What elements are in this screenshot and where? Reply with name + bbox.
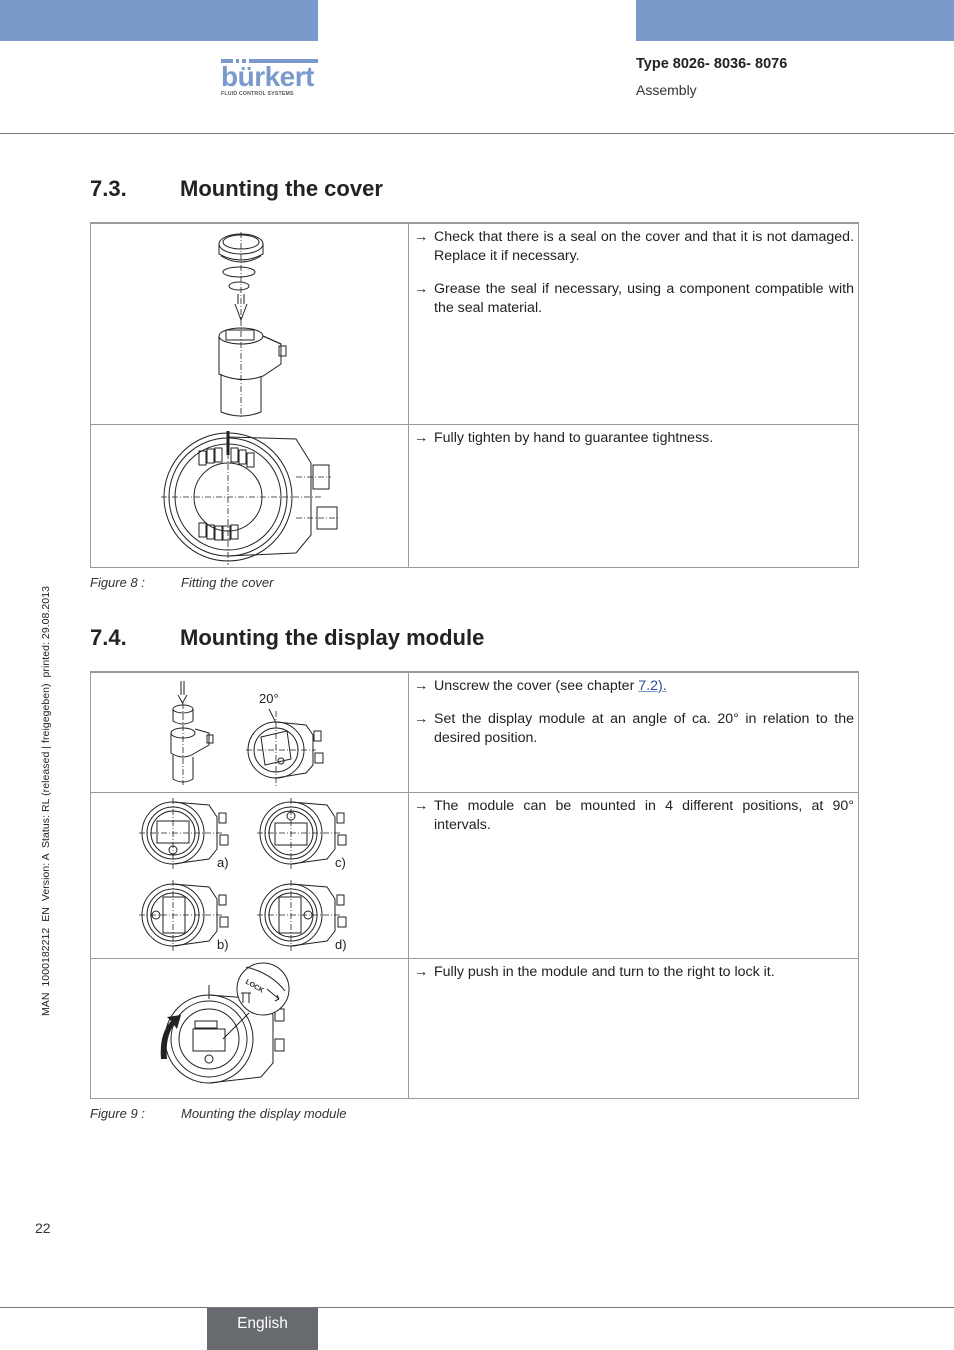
step-text: Set the display module at an angle of ca… — [434, 711, 854, 746]
display-module-steps-table: 20° → Unscrew the cover (see chapter 7.2… — [90, 671, 859, 1099]
language-tab: English — [207, 1308, 318, 1350]
arrow-right-icon: → — [414, 678, 429, 694]
step-text: Fully push in the module and turn to the… — [434, 963, 775, 980]
header-band-right — [636, 0, 954, 41]
table-row: 20° → Unscrew the cover (see chapter 7.2… — [90, 671, 859, 793]
instruction-step: → Fully push in the module and turn to t… — [414, 963, 854, 982]
position-label-d: d) — [335, 937, 347, 952]
document-section: Assembly — [636, 82, 697, 98]
cover-top-view-drawing — [161, 430, 339, 565]
instruction-cell: → Unscrew the cover (see chapter 7.2). →… — [408, 671, 859, 793]
position-label-a: a) — [217, 855, 229, 870]
page-number: 22 — [35, 1220, 51, 1236]
caption-text: Fitting the cover — [181, 575, 274, 590]
step-text: Grease the seal if necessary, using a co… — [434, 281, 854, 316]
document-meta-vertical: MAN 1000182212 EN Version: A Status: RL … — [40, 586, 52, 1016]
instruction-step: → Check that there is a seal on the cove… — [414, 228, 854, 266]
instruction-step: → Fully tighten by hand to guarantee tig… — [414, 429, 854, 448]
step-text: The module can be mounted in 4 different… — [434, 797, 854, 833]
image-cell: a) c) b) d) — [90, 791, 409, 959]
position-label-b: b) — [217, 937, 229, 952]
arrow-right-icon: → — [414, 229, 429, 245]
display-module-lock-drawing: LOCK — [160, 962, 290, 1083]
instruction-cell: → The module can be mounted in 4 differe… — [408, 791, 859, 959]
caption-label: Figure 8 : — [90, 575, 145, 590]
header-divider — [0, 133, 954, 134]
image-cell — [90, 423, 409, 568]
section-number: 7.4. — [90, 625, 127, 650]
step-text: Fully tighten by hand to guarantee tight… — [434, 429, 714, 446]
step-text-after: . — [662, 678, 667, 694]
instruction-step: → The module can be mounted in 4 differe… — [414, 797, 854, 835]
logo-wordmark: bürkert — [221, 61, 314, 92]
position-label-c: c) — [335, 855, 346, 870]
arrow-right-icon: → — [414, 429, 429, 446]
arrow-right-icon: → — [414, 281, 429, 297]
image-cell: LOCK — [90, 957, 409, 1099]
caption-text: Mounting the display module — [181, 1106, 347, 1121]
document-type: Type 8026- 8036- 8076 — [636, 56, 788, 72]
instruction-step: → Unscrew the cover (see chapter 7.2). — [414, 677, 854, 696]
instruction-cell: → Check that there is a seal on the cove… — [408, 222, 859, 425]
chapter-link[interactable]: 7.2) — [638, 678, 662, 694]
image-cell: 20° — [90, 671, 409, 793]
image-cell — [90, 222, 409, 425]
display-module-insertion-drawing: 20° — [170, 681, 324, 787]
footer-divider — [0, 1307, 954, 1308]
cover-steps-table: → Check that there is a seal on the cove… — [90, 222, 859, 568]
arrow-right-icon: → — [414, 797, 429, 814]
caption-label: Figure 9 : — [90, 1106, 145, 1121]
table-row: → Check that there is a seal on the cove… — [90, 222, 859, 425]
arrow-right-icon: → — [414, 963, 429, 980]
instruction-cell: → Fully tighten by hand to guarantee tig… — [408, 423, 859, 568]
instruction-step: → Grease the seal if necessary, using a … — [414, 280, 854, 318]
section-title: Mounting the cover — [180, 176, 383, 201]
table-row: → Fully tighten by hand to guarantee tig… — [90, 423, 859, 568]
header-band-left — [0, 0, 318, 41]
display-module-positions-drawing: a) c) b) d) — [139, 797, 347, 952]
section-number: 7.3. — [90, 176, 127, 201]
instruction-step: → Set the display module at an angle of … — [414, 710, 854, 748]
step-text: Unscrew the cover (see chapter 7.2). — [434, 677, 854, 696]
step-text-before: Unscrew the cover (see chapter — [434, 678, 639, 694]
arrow-right-icon: → — [414, 711, 429, 727]
section-title: Mounting the display module — [180, 625, 485, 650]
angle-label: 20° — [259, 691, 279, 706]
table-row: a) c) b) d) → The module can be mounted … — [90, 791, 859, 959]
table-row: LOCK → Fully push in the module and turn… — [90, 957, 859, 1099]
cover-exploded-view-drawing — [218, 232, 287, 419]
instruction-cell: → Fully push in the module and turn to t… — [408, 957, 859, 1099]
burkert-logo: bürkert FLUID CONTROL SYSTEMS — [221, 59, 319, 97]
step-text: Check that there is a seal on the cover … — [434, 229, 854, 264]
